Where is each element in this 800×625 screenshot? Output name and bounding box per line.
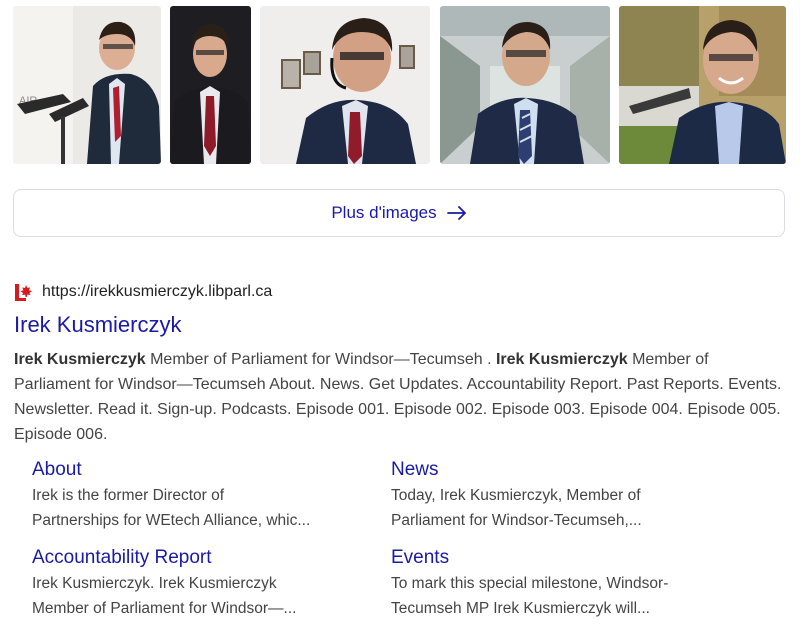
image-thumbnail-podium[interactable]: AIR <box>13 6 161 164</box>
more-images-button[interactable]: Plus d'images <box>13 189 785 237</box>
photo-headset <box>260 6 430 164</box>
snippet-bold-term: Irek Kusmierczyk <box>14 351 146 368</box>
sitelink-desc-line1: To mark this special milestone, Windsor- <box>391 575 669 592</box>
sitelink-title-events[interactable]: Events <box>391 546 711 570</box>
sitelink-desc-line2: Partnerships for WEtech Alliance, whic..… <box>32 512 311 529</box>
photo-podium: AIR <box>13 6 161 164</box>
image-thumbnail-outdoor[interactable] <box>619 6 786 164</box>
result-url: https://irekkusmierczyk.libparl.ca <box>42 283 273 300</box>
snippet-bold-term: Irek Kusmierczyk <box>495 351 628 368</box>
photo-portrait <box>170 6 251 164</box>
sitelink-desc-line2: Tecumseh MP Irek Kusmierczyk will... <box>391 600 650 617</box>
sitelink-title-news[interactable]: News <box>391 458 711 482</box>
sitelink-title-about[interactable]: About <box>32 458 352 482</box>
image-thumbnail-hall[interactable] <box>440 6 610 164</box>
sitelink-desc-line1: Today, Irek Kusmierczyk, Member of <box>391 487 641 504</box>
photo-outdoor <box>619 6 786 164</box>
more-images-label: Plus d'images <box>331 203 437 222</box>
sitelink-title-accountability-report[interactable]: Accountability Report <box>32 546 352 570</box>
sitelink-desc-line2: Member of Parliament for Windsor—... <box>32 600 297 617</box>
result-title-link[interactable]: Irek Kusmierczyk <box>14 311 786 339</box>
image-thumbnail-headset[interactable] <box>260 6 430 164</box>
sitelink-desc-line1: Irek Kusmierczyk. Irek Kusmierczyk <box>32 575 277 592</box>
snippet-text: Member of Parliament for Windsor—Tecumse… <box>145 351 496 368</box>
sitelink-about: About Irek is the former Director of Par… <box>32 458 352 533</box>
photo-hall <box>440 6 610 164</box>
arrow-right-icon <box>446 206 466 220</box>
image-thumbnail-portrait[interactable] <box>170 6 251 164</box>
result-snippet: Irek Kusmierczyk Member of Parliament fo… <box>14 347 784 447</box>
sitelink-accountability-report: Accountability Report Irek Kusmierczyk. … <box>32 546 352 621</box>
image-results-strip: AIR <box>13 6 787 164</box>
sitelink-desc-line2: Parliament for Windsor-Tecumseh,... <box>391 512 642 529</box>
result-url-row[interactable]: https://irekkusmierczyk.libparl.ca <box>14 282 786 302</box>
search-result: https://irekkusmierczyk.libparl.ca Irek … <box>14 282 786 447</box>
liberal-logo-icon <box>15 284 32 301</box>
sitelink-news: News Today, Irek Kusmierczyk, Member of … <box>391 458 711 533</box>
sitelink-events: Events To mark this special milestone, W… <box>391 546 711 621</box>
sitelink-desc-line1: Irek is the former Director of <box>32 487 225 504</box>
